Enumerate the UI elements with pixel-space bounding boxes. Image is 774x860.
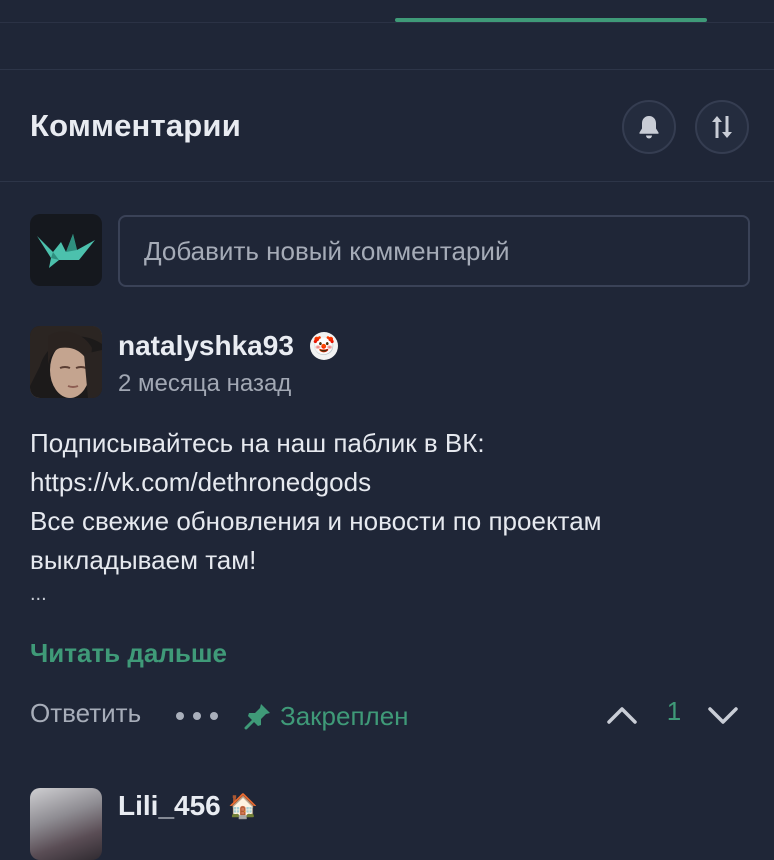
clown-badge-icon: 🤡 <box>310 332 338 360</box>
comment-actions: Ответить Закреплен 1 <box>0 696 774 738</box>
upvote-chevron-icon[interactable] <box>605 700 639 730</box>
active-tab-indicator <box>395 18 707 22</box>
pinned-label: Закреплен <box>280 700 409 731</box>
dot <box>210 712 218 720</box>
vote-count: 1 <box>666 696 682 726</box>
tab-bar-divider <box>0 22 774 23</box>
avatar[interactable] <box>30 326 102 398</box>
comment-card: natalyshka93 🤡 2 месяца назад Подписывай… <box>0 326 774 746</box>
avatar[interactable] <box>30 788 102 860</box>
comment-line: Подписывайтесь на наш паблик в ВК: <box>30 428 485 458</box>
comment-username[interactable]: natalyshka93 <box>118 330 294 362</box>
comments-title: Комментарии <box>30 108 241 143</box>
comment-link[interactable]: https://vk.com/dethronedgods <box>30 463 730 502</box>
reply-button[interactable]: Ответить <box>30 698 141 729</box>
new-comment-input[interactable] <box>118 215 750 287</box>
downvote-chevron-icon[interactable] <box>706 700 740 730</box>
house-badge-icon: 🏠 <box>228 793 258 820</box>
more-options-button[interactable] <box>176 706 218 726</box>
sort-arrows-icon <box>712 116 732 138</box>
next-comment-card: Lili_456 🏠 <box>0 788 774 860</box>
truncation-ellipsis: ... <box>30 583 47 605</box>
top-tab-bar <box>0 0 774 70</box>
new-comment-row <box>0 214 774 288</box>
current-user-avatar <box>30 214 102 286</box>
comments-header: Комментарии <box>0 70 774 182</box>
comment-timestamp: 2 месяца назад <box>118 370 292 397</box>
dot <box>176 712 184 720</box>
subscribe-notifications-button[interactable] <box>622 100 676 154</box>
dot <box>193 712 201 720</box>
avatar-image <box>30 326 102 398</box>
pinned-indicator: Закреплен <box>244 698 409 734</box>
pin-icon <box>244 704 270 730</box>
read-more-link[interactable]: Читать дальше <box>30 638 227 669</box>
sort-comments-button[interactable] <box>695 100 749 154</box>
comment-username[interactable]: Lili_456 <box>118 790 221 822</box>
comment-line: выкладываем там! <box>30 545 257 575</box>
paper-crane-logo-icon <box>37 234 95 268</box>
comment-line: Все свежие обновления и новости по проек… <box>30 506 602 536</box>
comment-body: Подписывайтесь на наш паблик в ВК: https… <box>30 424 730 608</box>
bell-icon <box>639 116 659 139</box>
